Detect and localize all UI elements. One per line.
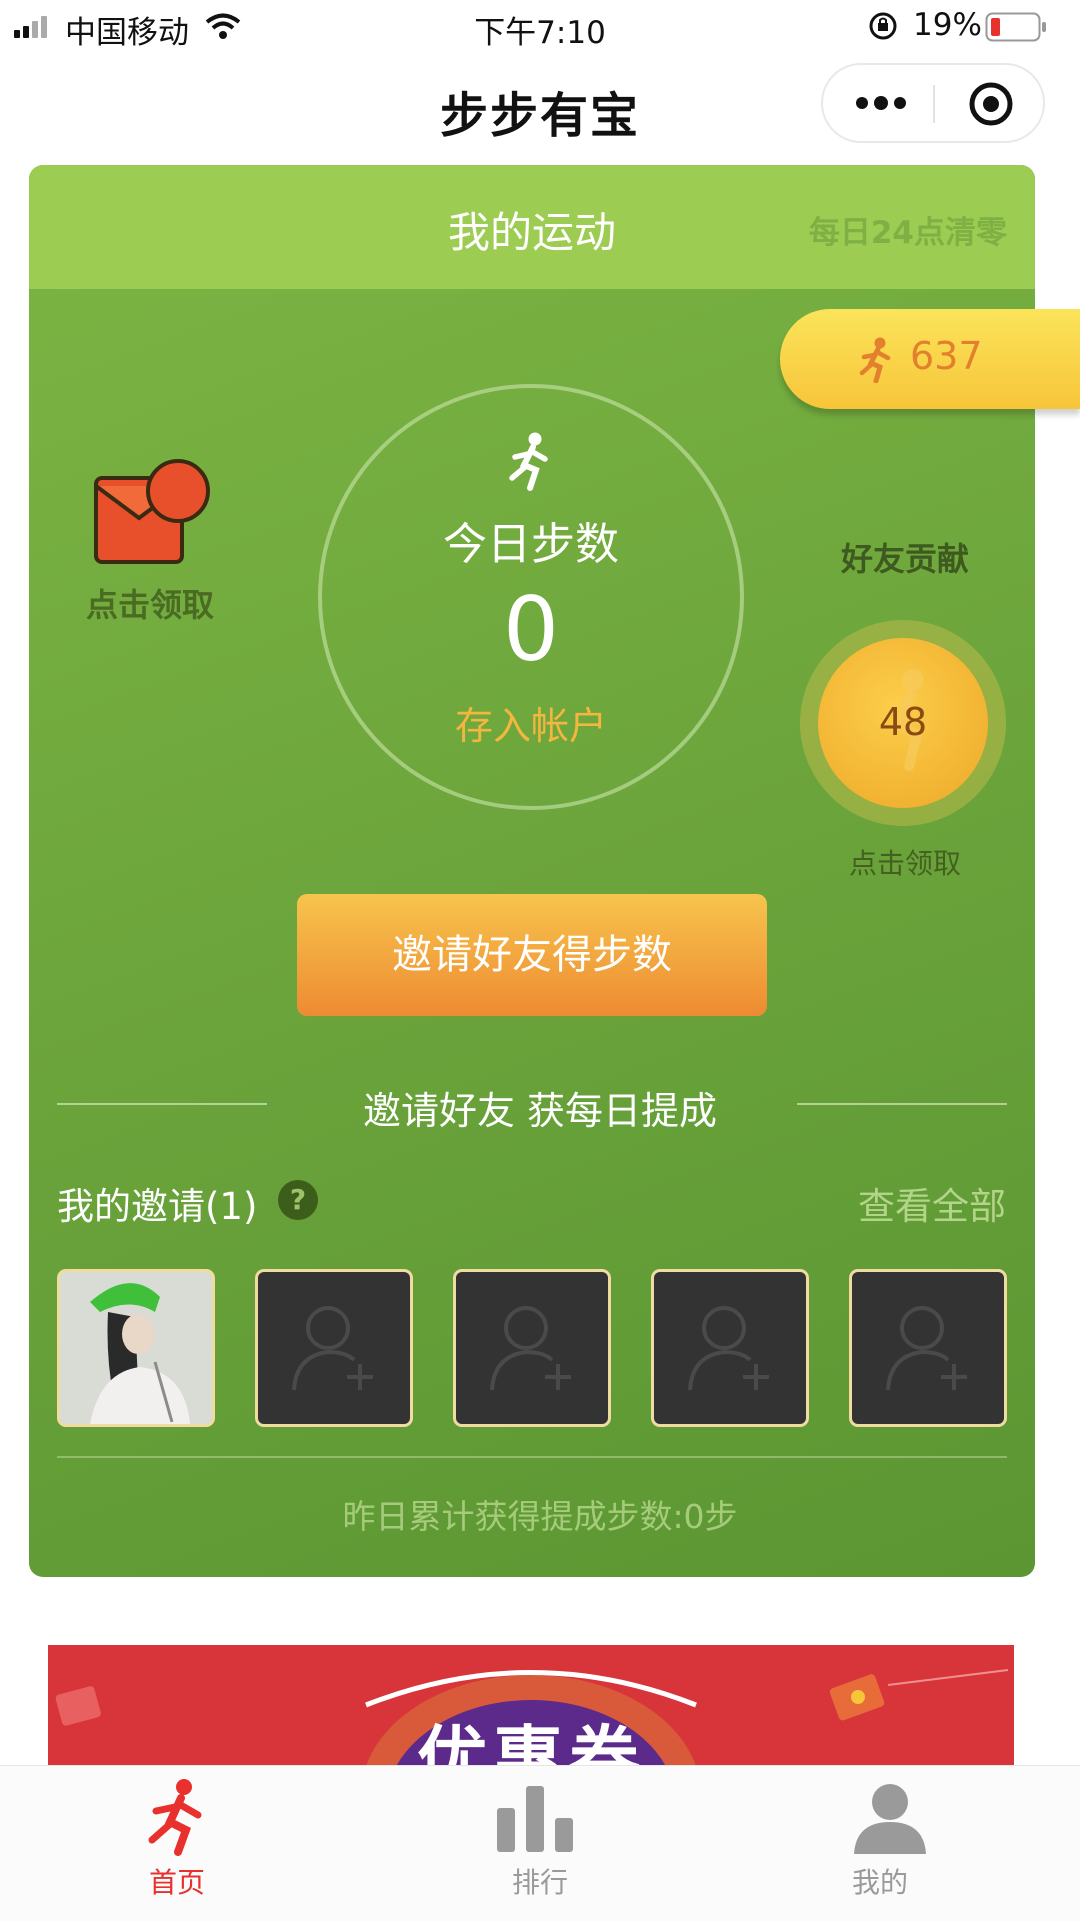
card-bottom-divider xyxy=(57,1456,1007,1458)
status-bar: 中国移动 下午7:10 19% xyxy=(0,0,1080,54)
tab-bar: 首页 排行 我的 xyxy=(0,1765,1080,1921)
runner-icon xyxy=(859,337,891,383)
help-icon[interactable]: ? xyxy=(278,1180,318,1220)
invite-friends-button[interactable]: 邀请好友得步数 xyxy=(297,894,767,1016)
tab-mine[interactable]: 我的 xyxy=(720,1766,1080,1921)
more-button[interactable] xyxy=(823,65,933,141)
total-steps-pill[interactable]: 637 xyxy=(780,309,1080,409)
red-envelope-button[interactable] xyxy=(86,456,216,566)
envelope-claim-label[interactable]: 点击领取 xyxy=(70,580,230,626)
tab-mine-label: 我的 xyxy=(851,1866,908,1899)
coupon-banner[interactable]: 优惠券 xyxy=(48,1645,1014,1765)
more-dots-icon xyxy=(856,96,906,110)
banner-title: 优惠券 xyxy=(417,1718,645,1765)
friend-claim-label[interactable]: 点击领取 xyxy=(815,842,995,882)
avatar-photo xyxy=(60,1272,212,1424)
card-header: 我的运动 每日24点清零 xyxy=(29,165,1035,289)
home-runner-icon xyxy=(148,1779,202,1856)
close-miniprogram-button[interactable] xyxy=(935,65,1045,141)
today-steps-value: 0 xyxy=(503,578,559,681)
add-friend-icon xyxy=(490,1306,571,1391)
tab-ranking-label: 排行 xyxy=(511,1866,568,1899)
tab-home[interactable]: 首页 xyxy=(0,1766,360,1921)
miniprogram-capsule xyxy=(821,63,1045,143)
yesterday-commission-text: 昨日累计获得提成步数:0步 xyxy=(342,1497,738,1536)
divider-right xyxy=(797,1103,1007,1105)
today-steps-label: 今日步数 xyxy=(443,519,619,570)
user-profile-icon xyxy=(854,1784,926,1854)
invite-subtitle: 邀请好友 获每日提成 xyxy=(362,1089,718,1133)
add-friend-icon xyxy=(886,1306,967,1391)
invite-empty-slot[interactable] xyxy=(255,1269,413,1427)
invite-empty-slot[interactable] xyxy=(849,1269,1007,1427)
rotation-lock-icon xyxy=(869,12,897,40)
invite-empty-slot[interactable] xyxy=(453,1269,611,1427)
my-invites-title: 我的邀请(1) xyxy=(57,1185,258,1228)
friend-contribution-title: 好友贡献 xyxy=(840,540,969,578)
bar-chart-icon xyxy=(497,1786,573,1852)
deposit-to-account-link[interactable]: 存入帐户 xyxy=(318,695,744,750)
battery-icon xyxy=(985,12,1046,42)
total-steps-value: 637 xyxy=(910,334,983,378)
reset-note: 每日24点清零 xyxy=(808,215,1007,251)
runner-icon xyxy=(509,432,548,491)
red-envelope-icon xyxy=(94,459,210,564)
target-close-icon xyxy=(969,82,1013,126)
add-friend-icon xyxy=(292,1306,373,1391)
add-friend-icon xyxy=(688,1306,769,1391)
nav-bar: 步步有宝 xyxy=(0,54,1080,164)
friend-contribution-value: 48 xyxy=(878,700,928,744)
tab-home-label: 首页 xyxy=(148,1866,205,1899)
invite-empty-slot[interactable] xyxy=(651,1269,809,1427)
invited-friend-avatar[interactable] xyxy=(57,1269,215,1427)
battery-percent: 19% xyxy=(913,7,982,43)
view-all-link[interactable]: 查看全部 xyxy=(858,1176,1006,1230)
tab-ranking[interactable]: 排行 xyxy=(360,1766,720,1921)
